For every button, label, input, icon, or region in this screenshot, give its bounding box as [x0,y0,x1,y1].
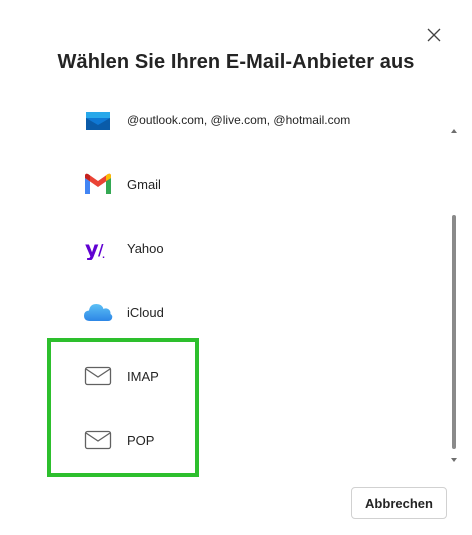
dialog-title: Wählen Sie Ihren E-Mail-Anbieter aus [57,51,415,73]
scroll-thumb[interactable] [452,215,456,449]
provider-label: IMAP [127,368,159,384]
provider-item-pop[interactable]: POP [30,408,450,470]
svg-text:y: y [85,237,99,260]
list-scrollbar[interactable] [449,124,459,466]
provider-label: @outlook.com, @live.com, @hotmail.com [127,113,351,127]
provider-item-icloud[interactable]: iCloud [30,280,450,344]
provider-item-gmail[interactable]: Gmail [30,152,450,216]
svg-text:.: . [102,251,105,260]
provider-label: POP [127,432,155,448]
mail-icon [82,424,114,456]
scroll-up-arrow-icon[interactable] [450,127,458,135]
provider-item-imap[interactable]: IMAP [30,344,450,408]
cancel-button[interactable]: Abbrechen [351,487,447,519]
close-icon [427,28,441,42]
gmail-icon [82,168,114,200]
icloud-icon [82,296,114,328]
mail-icon [82,360,114,392]
close-button[interactable] [424,25,444,45]
provider-label: Gmail [127,176,161,192]
outlook-icon [82,112,114,136]
provider-item-outlook[interactable]: @outlook.com, @live.com, @hotmail.com [30,112,450,152]
scroll-down-arrow-icon[interactable] [450,456,458,464]
yahoo-icon: y / . [82,232,114,264]
provider-item-yahoo[interactable]: y / . Yahoo [30,216,450,280]
provider-label: Yahoo [127,240,164,256]
provider-list: @outlook.com, @live.com, @hotmail.com Gm… [30,112,450,470]
provider-label: iCloud [127,304,164,320]
